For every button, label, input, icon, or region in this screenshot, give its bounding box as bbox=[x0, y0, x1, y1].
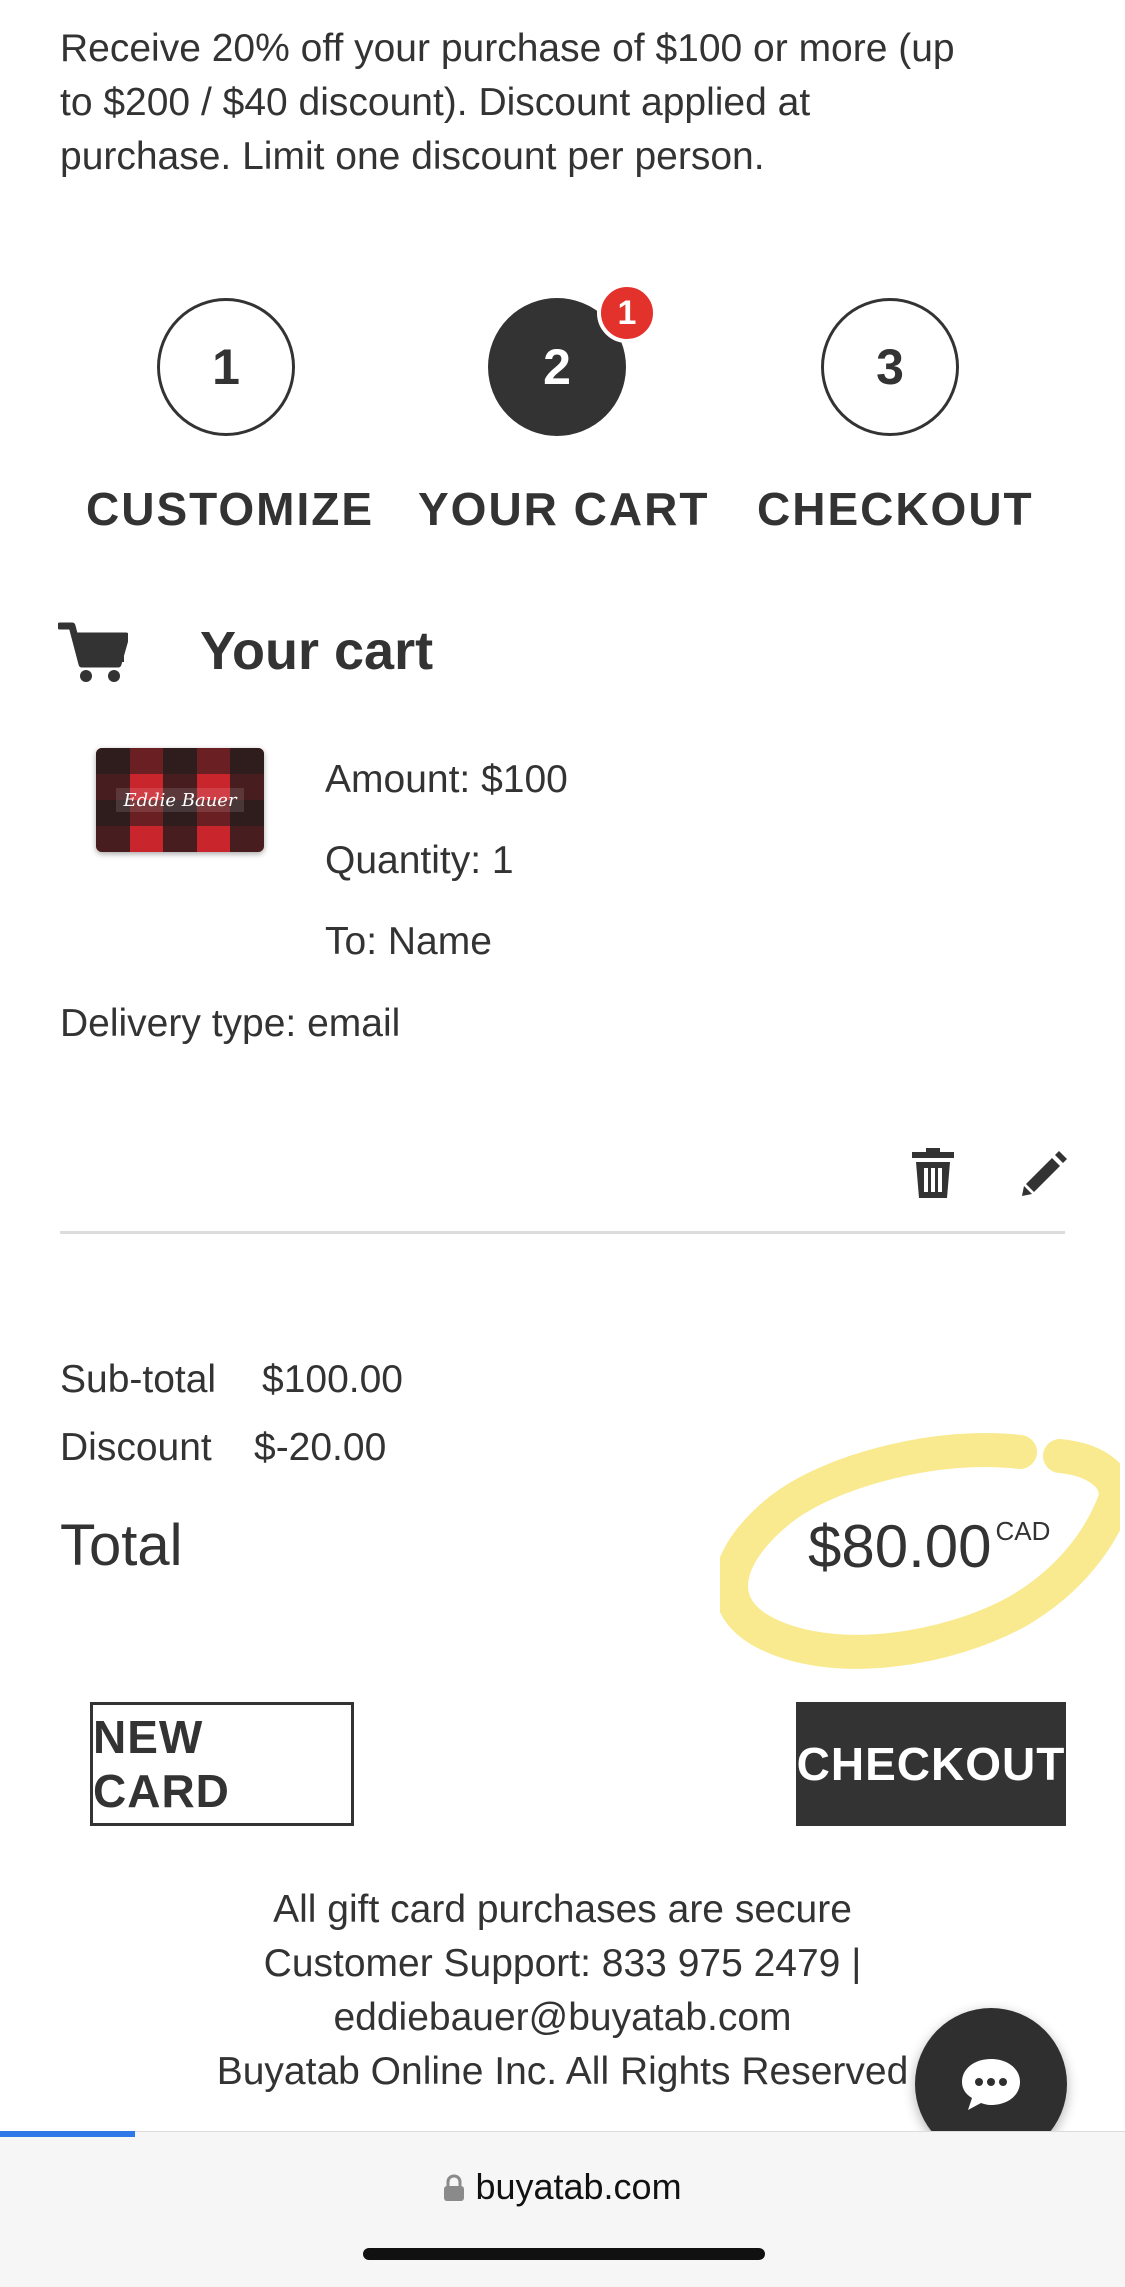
trash-icon[interactable] bbox=[910, 1148, 956, 1200]
step-1-circle[interactable]: 1 bbox=[157, 298, 295, 436]
step-2-number: 2 bbox=[543, 339, 571, 395]
gift-card-thumbnail: Eddie Bauer bbox=[96, 748, 264, 852]
step-1-label[interactable]: CUSTOMIZE bbox=[86, 482, 374, 536]
cart-divider bbox=[60, 1231, 1065, 1234]
item-amount: Amount: $100 bbox=[325, 758, 568, 801]
discount-value: $-20.00 bbox=[254, 1426, 387, 1469]
cart-count-badge: 1 bbox=[597, 283, 657, 343]
footer-secure-text: All gift card purchases are secure bbox=[273, 1888, 852, 1931]
url-text: buyatab.com bbox=[475, 2166, 682, 2207]
step-1-number: 1 bbox=[212, 339, 240, 395]
chat-bubble-icon bbox=[962, 2059, 1020, 2110]
page-load-progress bbox=[0, 2131, 135, 2137]
currency-code: CAD bbox=[995, 1516, 1051, 1546]
pencil-edit-icon[interactable] bbox=[1020, 1148, 1068, 1198]
new-card-button[interactable]: NEW CARD bbox=[90, 1702, 354, 1826]
total-value: $80.00 bbox=[808, 1513, 992, 1580]
promo-line-1: Receive 20% off your purchase of $100 or… bbox=[60, 27, 955, 70]
promo-line-3: purchase. Limit one discount per person. bbox=[60, 135, 765, 178]
checkout-button[interactable]: CHECKOUT bbox=[796, 1702, 1066, 1826]
shopping-cart-icon bbox=[58, 622, 128, 682]
total-label: Total bbox=[60, 1513, 183, 1578]
svg-text:Eddie Bauer: Eddie Bauer bbox=[122, 790, 238, 811]
home-indicator[interactable] bbox=[363, 2248, 765, 2260]
discount-label: Discount bbox=[60, 1426, 212, 1469]
total-amount: $80.00 CAD bbox=[808, 1512, 1050, 1581]
subtotal-label: Sub-total bbox=[60, 1358, 217, 1401]
address-bar[interactable]: buyatab.com bbox=[0, 2166, 1125, 2208]
browser-bottom-bar bbox=[0, 2131, 1125, 2287]
promo-text: Receive 20% off your purchase of $100 or… bbox=[60, 22, 1070, 184]
subtotal-value: $100.00 bbox=[262, 1358, 403, 1401]
promo-line-2: to $200 / $40 discount). Discount applie… bbox=[60, 81, 811, 124]
step-3-number: 3 bbox=[876, 339, 904, 395]
footer-support-phone: Customer Support: 833 975 2479 | bbox=[263, 1942, 862, 1985]
step-3-circle[interactable]: 3 bbox=[821, 298, 959, 436]
step-3-label[interactable]: CHECKOUT bbox=[757, 482, 1034, 536]
item-delivery-type: Delivery type: email bbox=[60, 1002, 401, 1045]
cart-title: Your cart bbox=[200, 621, 434, 681]
lock-icon bbox=[444, 2174, 465, 2201]
item-quantity: Quantity: 1 bbox=[325, 839, 514, 882]
step-2-label: YOUR CART bbox=[418, 483, 710, 535]
item-recipient: To: Name bbox=[325, 920, 492, 963]
